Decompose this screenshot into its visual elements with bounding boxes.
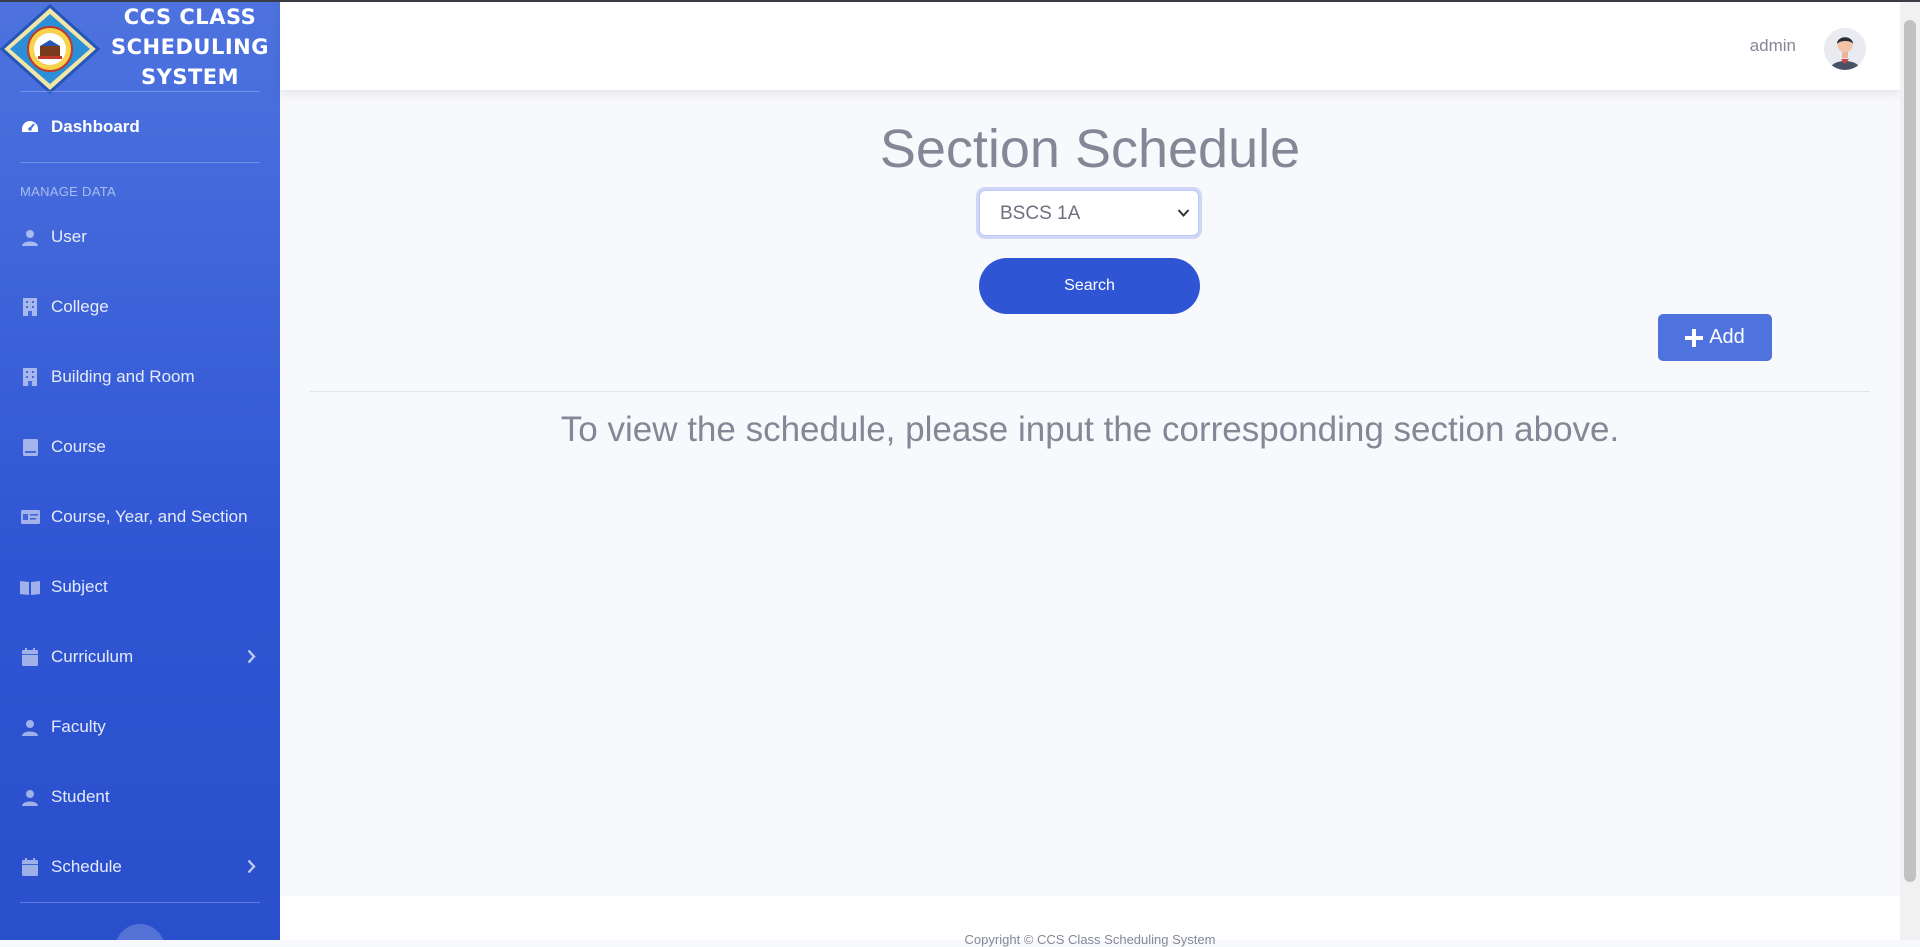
- sidebar-item-schedule[interactable]: Schedule: [0, 847, 280, 887]
- sidebar-item-label: Faculty: [51, 717, 106, 736]
- sidebar-item-faculty[interactable]: Faculty: [0, 707, 280, 747]
- page-title: Section Schedule: [879, 119, 1301, 179]
- user-icon: [20, 227, 40, 247]
- brand-title: CCS CLASS SCHEDULING SYSTEM: [108, 2, 272, 92]
- plus-icon: [1685, 328, 1704, 347]
- sidebar-item-label: Course: [51, 437, 106, 456]
- user-icon: [20, 717, 40, 737]
- sidebar-item-curriculum[interactable]: Curriculum: [0, 637, 280, 677]
- footer: Copyright © CCS Class Scheduling System: [280, 896, 1900, 947]
- sidebar-item-course-year-section[interactable]: Course, Year, and Section: [0, 497, 280, 537]
- scrollbar-thumb[interactable]: [1904, 20, 1916, 882]
- sidebar-item-dashboard[interactable]: Dashboard: [0, 107, 280, 147]
- sidebar-item-student[interactable]: Student: [0, 777, 280, 817]
- sidebar-item-label: User: [51, 227, 87, 246]
- id-card-icon: [20, 507, 40, 527]
- sidebar-divider: [20, 162, 260, 163]
- sidebar-toggle-button[interactable]: [115, 924, 165, 940]
- search-button[interactable]: Search: [979, 258, 1200, 314]
- tachometer-icon: [20, 117, 40, 137]
- sidebar-item-label: Student: [51, 787, 110, 806]
- sidebar-divider: [20, 902, 260, 903]
- add-button[interactable]: Add: [1658, 314, 1772, 361]
- topbar: admin: [280, 2, 1900, 90]
- chevron-right-icon: [247, 649, 256, 664]
- sidebar-heading: MANAGE DATA: [20, 184, 116, 199]
- username-label[interactable]: admin: [1750, 36, 1796, 56]
- window-top-border: [0, 0, 1920, 2]
- chevron-right-icon: [247, 859, 256, 874]
- user-avatar[interactable]: [1824, 28, 1866, 70]
- calendar-icon: [20, 857, 40, 877]
- brand-line-2: SCHEDULING: [111, 35, 269, 59]
- sidebar-item-subject[interactable]: Subject: [0, 567, 280, 607]
- sidebar-item-building-and-room[interactable]: Building and Room: [0, 357, 280, 397]
- sidebar-divider: [20, 91, 260, 92]
- sidebar-item-label: Subject: [51, 577, 108, 596]
- sidebar: CCS CLASS SCHEDULING SYSTEM Dashboard MA…: [0, 0, 280, 940]
- empty-state-message: To view the schedule, please input the c…: [560, 410, 1620, 449]
- sidebar-item-label: Curriculum: [51, 647, 134, 666]
- sidebar-item-label: Dashboard: [51, 117, 140, 136]
- sidebar-item-label: Schedule: [51, 857, 122, 876]
- book-icon: [20, 437, 40, 457]
- building-icon: [20, 367, 40, 387]
- sidebar-item-label: Building and Room: [51, 367, 195, 386]
- brand-line-3: SYSTEM: [140, 65, 240, 89]
- section-select[interactable]: BSCS 1A: [979, 190, 1199, 236]
- sidebar-item-course[interactable]: Course: [0, 427, 280, 467]
- open-book-icon: [20, 577, 40, 597]
- building-icon: [20, 297, 40, 317]
- sidebar-item-college[interactable]: College: [0, 287, 280, 327]
- school-seal-logo: [0, 4, 100, 94]
- sidebar-item-label: Course, Year, and Section: [51, 507, 248, 526]
- user-icon: [20, 787, 40, 807]
- sidebar-brand[interactable]: CCS CLASS SCHEDULING SYSTEM: [0, 2, 280, 94]
- section-select-value: BSCS 1A: [1000, 203, 1081, 224]
- calendar-icon: [20, 647, 40, 667]
- brand-line-1: CCS CLASS: [123, 5, 257, 29]
- sidebar-item-user[interactable]: User: [0, 217, 280, 257]
- chevron-down-icon: [1177, 209, 1190, 217]
- add-button-label: Add: [1709, 326, 1745, 348]
- content-divider: [310, 391, 1870, 392]
- sidebar-item-label: College: [51, 297, 109, 316]
